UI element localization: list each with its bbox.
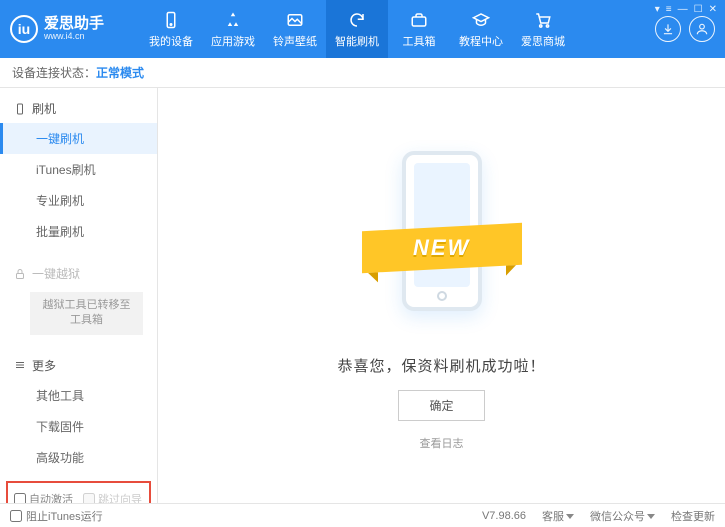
user-button[interactable] [689, 16, 715, 42]
close-icon[interactable]: ✕ [709, 4, 717, 15]
toolbox-icon [409, 10, 429, 30]
sidebar-head-more[interactable]: 更多 [0, 351, 157, 380]
nav-tutorials[interactable]: 教程中心 [450, 0, 512, 58]
sidebar-item-other[interactable]: 其他工具 [0, 380, 157, 411]
sidebar: 刷机 一键刷机 iTunes刷机 专业刷机 批量刷机 一键越狱 越狱工具已转移至… [0, 88, 158, 503]
sidebar-item-oneclick[interactable]: 一键刷机 [0, 123, 157, 154]
app-name: 爱思助手 [44, 16, 104, 33]
apps-icon [223, 10, 243, 30]
list-icon[interactable]: ≡ [666, 4, 672, 15]
ok-button[interactable]: 确定 [398, 390, 484, 421]
minimize-icon[interactable]: — [678, 4, 688, 15]
chevron-down-icon [647, 514, 655, 519]
menu-dropdown-icon[interactable]: ▾ [655, 4, 660, 15]
success-message: 恭喜您，保资料刷机成功啦！ [337, 355, 545, 376]
phone-icon [161, 10, 181, 30]
update-link[interactable]: 检查更新 [671, 508, 715, 524]
phone-small-icon [14, 103, 26, 115]
sidebar-item-itunes[interactable]: iTunes刷机 [0, 154, 157, 185]
lock-icon [14, 268, 26, 280]
version-label: V7.98.66 [482, 510, 526, 522]
graduation-icon [471, 10, 491, 30]
status-bar: 设备连接状态： 正常模式 [0, 58, 725, 88]
footer: 阻止iTunes运行 V7.98.66 客服 微信公众号 检查更新 [0, 503, 725, 527]
nav-toolbox[interactable]: 工具箱 [388, 0, 450, 58]
jailbreak-note: 越狱工具已转移至工具箱 [30, 292, 143, 335]
download-button[interactable] [655, 16, 681, 42]
status-label: 设备连接状态： [12, 64, 96, 81]
options-box: 自动激活 跳过向导 [6, 481, 151, 503]
new-ribbon: NEW [362, 222, 522, 272]
support-link[interactable]: 客服 [542, 508, 574, 524]
success-illustration: NEW [372, 141, 512, 341]
block-itunes-checkbox[interactable]: 阻止iTunes运行 [10, 508, 103, 524]
nav-ringtones[interactable]: 铃声壁纸 [264, 0, 326, 58]
main-content: NEW 恭喜您，保资料刷机成功啦！ 确定 查看日志 [158, 88, 725, 503]
sidebar-head-flash[interactable]: 刷机 [0, 94, 157, 123]
logo-icon: iu [10, 15, 38, 43]
refresh-icon [347, 10, 367, 30]
nav-apps[interactable]: 应用游戏 [202, 0, 264, 58]
main-nav: 我的设备 应用游戏 铃声壁纸 智能刷机 工具箱 教程中心 爱思商城 [140, 0, 574, 58]
logo: iu 爱思助手 www.i4.cn [10, 15, 140, 43]
image-icon [285, 10, 305, 30]
app-header: iu 爱思助手 www.i4.cn 我的设备 应用游戏 铃声壁纸 智能刷机 工具… [0, 0, 725, 58]
nav-flash[interactable]: 智能刷机 [326, 0, 388, 58]
skip-wizard-checkbox[interactable]: 跳过向导 [83, 491, 142, 503]
maximize-icon[interactable]: ☐ [694, 4, 703, 15]
auto-activate-checkbox[interactable]: 自动激活 [14, 491, 73, 503]
menu-icon [14, 359, 26, 371]
sidebar-item-pro[interactable]: 专业刷机 [0, 185, 157, 216]
sidebar-item-batch[interactable]: 批量刷机 [0, 216, 157, 247]
app-url: www.i4.cn [44, 32, 104, 42]
sidebar-head-jailbreak: 一键越狱 [0, 259, 157, 288]
view-log-link[interactable]: 查看日志 [420, 435, 464, 451]
wechat-link[interactable]: 微信公众号 [590, 508, 655, 524]
sidebar-item-download[interactable]: 下载固件 [0, 411, 157, 442]
cart-icon [533, 10, 553, 30]
nav-my-device[interactable]: 我的设备 [140, 0, 202, 58]
chevron-down-icon [566, 514, 574, 519]
nav-store[interactable]: 爱思商城 [512, 0, 574, 58]
status-value: 正常模式 [96, 64, 144, 81]
sidebar-item-advanced[interactable]: 高级功能 [0, 442, 157, 473]
